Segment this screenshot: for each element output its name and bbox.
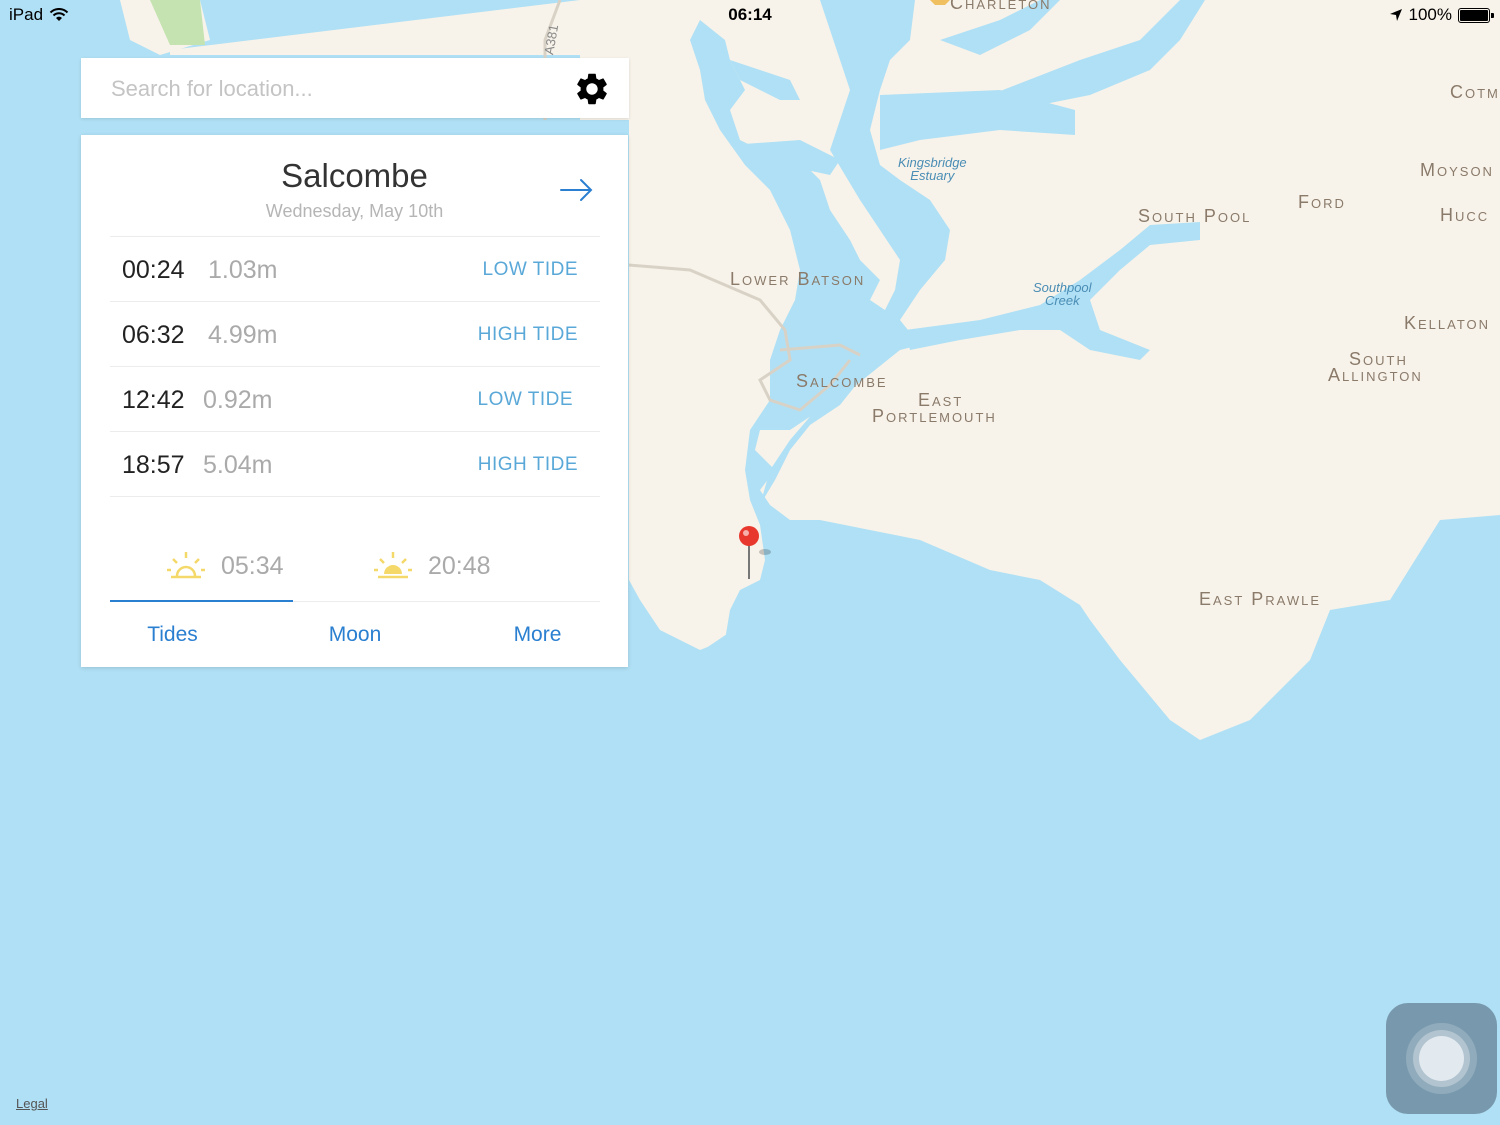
place-label-moyson: Moyson [1420,160,1494,180]
tide-time: 12:42 [122,386,185,414]
tide-row: 00:24 1.03m LOW TIDE [110,236,600,301]
place-label-allington: Allington [1328,365,1423,385]
tide-height: 0.92m [203,386,273,414]
battery-icon [1458,7,1494,23]
tab-bar: Tides Moon More [110,602,600,667]
place-label-salcombe: Salcombe [796,371,888,391]
place-label-portlemouth: Portlemouth [872,406,997,426]
tide-type: LOW TIDE [482,259,578,280]
legal-link[interactable]: Legal [16,1096,48,1111]
tide-height: 4.99m [208,321,278,349]
sunset: 20:48 [372,550,491,582]
tide-card: Salcombe Wednesday, May 10th 00:24 1.03m… [81,135,628,667]
sunset-time: 20:48 [428,551,491,580]
sunrise: 05:34 [165,550,284,582]
battery-percent: 100% [1408,5,1452,24]
date-label: Wednesday, May 10th [265,201,444,221]
tab-more[interactable]: More [475,602,600,667]
tide-type: HIGH TIDE [477,454,578,475]
map-pin[interactable] [735,524,775,584]
sunrise-time: 05:34 [221,551,284,580]
sunrise-icon [167,552,205,579]
status-bar: iPad 06:14 100% [0,0,1500,30]
settings-gear-icon[interactable] [573,70,611,108]
sun-times: 05:34 20:48 [110,540,600,600]
tide-row: 06:32 4.99m HIGH TIDE [110,301,600,366]
place-label-cotm: Cotm [1450,82,1500,102]
location-arrow-icon [1389,9,1402,21]
place-label-lower-batson: Lower Batson [730,269,866,289]
water-label-southpool: Southpool Creek [1033,280,1092,308]
tide-type: LOW TIDE [477,389,573,410]
search-input[interactable] [109,72,553,106]
assistive-touch-dot [1419,1036,1464,1081]
tide-list: 00:24 1.03m LOW TIDE 06:32 4.99m HIGH TI… [110,236,600,497]
place-label-east-prawle: East Prawle [1199,589,1322,609]
place-label-south-pool: South Pool [1138,206,1252,226]
tide-time: 00:24 [122,256,185,284]
tab-tides[interactable]: Tides [110,602,235,667]
tab-moon[interactable]: Moon [235,602,475,667]
location-title: Salcombe [281,157,428,194]
search-bar [81,58,629,118]
tide-row: 12:42 0.92m LOW TIDE [110,366,600,431]
sunset-icon [374,552,412,579]
place-label-ford: Ford [1298,192,1346,212]
arrow-right-icon[interactable] [559,175,595,205]
water-label-kingsbridge: Kingsbridge Estuary [898,155,967,183]
status-time: 06:14 [728,5,772,24]
tide-row: 18:57 5.04m HIGH TIDE [110,431,600,497]
place-label-kellaton: Kellaton [1404,313,1491,333]
tide-height: 5.04m [203,451,273,479]
tide-time: 06:32 [122,321,185,349]
tide-type: HIGH TIDE [477,324,578,345]
place-label-hucc: Hucc [1440,205,1490,225]
tide-time: 18:57 [122,451,185,479]
tide-height: 1.03m [208,256,278,284]
assistive-touch-button[interactable] [1386,1003,1497,1114]
